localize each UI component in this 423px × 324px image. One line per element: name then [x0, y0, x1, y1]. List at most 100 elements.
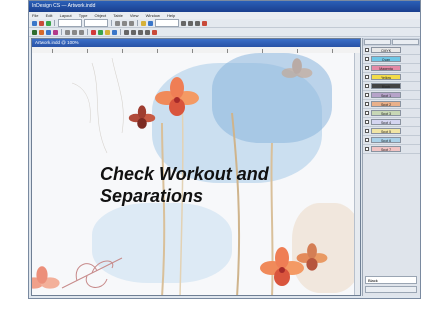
visibility-eye-icon[interactable] — [365, 120, 369, 124]
separation-swatch: Spot 7 — [371, 146, 401, 152]
rotate-icon[interactable] — [115, 20, 120, 26]
toolbar-divider — [137, 20, 138, 26]
shear-icon[interactable] — [122, 20, 127, 26]
tab-separations[interactable] — [364, 39, 391, 45]
menu-layout[interactable]: Layout — [57, 13, 75, 18]
separation-row[interactable]: Spot 2 — [363, 100, 420, 109]
orchid-flower — [32, 266, 60, 289]
package-icon[interactable] — [98, 29, 103, 35]
visibility-eye-icon[interactable] — [365, 147, 369, 151]
tab-flattener[interactable] — [392, 39, 419, 45]
document-title: Artwork.indd @ 100% — [35, 40, 79, 45]
separation-swatch: Spot 2 — [371, 101, 401, 107]
menu-table[interactable]: Table — [110, 13, 126, 18]
separation-row[interactable]: Spot 4 — [363, 118, 420, 127]
separation-swatch: Cyan — [371, 56, 401, 62]
stroke-weight-field[interactable] — [155, 19, 179, 27]
menu-window[interactable]: Window — [143, 13, 163, 18]
overprint-icon[interactable] — [152, 29, 157, 35]
vertical-scrollbar[interactable] — [354, 53, 360, 295]
separation-swatch: Magenta — [371, 65, 401, 71]
pen-tool-icon[interactable] — [46, 20, 51, 26]
separation-swatch: CMYK — [371, 47, 401, 53]
visibility-eye-icon[interactable] — [365, 66, 369, 70]
copy-icon[interactable] — [72, 29, 77, 35]
direct-select-icon[interactable] — [39, 20, 44, 26]
separation-swatch: Spot 6 — [371, 137, 401, 143]
separations-preview-icon[interactable] — [112, 29, 117, 35]
document-titlebar: Artwork.indd @ 100% — [32, 39, 360, 47]
stroke-icon[interactable] — [141, 20, 146, 26]
separation-row[interactable]: Spot 1 — [363, 91, 420, 100]
separation-swatch: Spot 1 — [371, 92, 401, 98]
toolbar-divider — [61, 29, 62, 35]
flip-icon[interactable] — [129, 20, 134, 26]
visibility-eye-icon[interactable] — [365, 57, 369, 61]
sketch-lines — [71, 57, 124, 154]
app-title: InDesign CS — Artwork.indd — [32, 3, 96, 9]
menu-object[interactable]: Object — [92, 13, 110, 18]
menu-view[interactable]: View — [127, 13, 142, 18]
guides-icon[interactable] — [145, 29, 150, 35]
new-doc-icon[interactable] — [32, 29, 37, 35]
y-position-field[interactable] — [84, 19, 108, 27]
align-left-icon[interactable] — [181, 20, 186, 26]
separation-row[interactable]: CMYK — [363, 46, 420, 55]
visibility-eye-icon[interactable] — [365, 84, 369, 88]
orchid-flower — [281, 58, 313, 78]
separation-row[interactable]: Cyan — [363, 55, 420, 64]
menu-help[interactable]: Help — [164, 13, 178, 18]
control-toolbar-top — [29, 19, 420, 28]
separation-swatch: Yellow — [371, 74, 401, 80]
separation-row[interactable]: Yellow — [363, 73, 420, 82]
selection-tool-icon[interactable] — [32, 20, 37, 26]
visibility-eye-icon[interactable] — [365, 93, 369, 97]
application-window: InDesign CS — Artwork.indd File Edit Lay… — [28, 0, 421, 299]
menu-edit[interactable]: Edit — [43, 13, 56, 18]
panel-footer — [365, 286, 417, 293]
align-center-icon[interactable] — [188, 20, 193, 26]
save-icon[interactable] — [46, 29, 51, 35]
separations-preview-panel: CMYK Cyan Magenta Yellow Black Spot 1 Spot 2 Sp… — [362, 38, 420, 296]
zoom-icon[interactable] — [124, 29, 129, 35]
visibility-eye-icon[interactable] — [365, 102, 369, 106]
control-toolbar-bottom — [29, 28, 420, 37]
paste-icon[interactable] — [79, 29, 84, 35]
fill-icon[interactable] — [148, 20, 153, 26]
page-canvas[interactable]: Check Workout and Separations — [32, 53, 360, 295]
view-dropdown[interactable]: Black — [365, 276, 417, 284]
visibility-eye-icon[interactable] — [365, 138, 369, 142]
x-position-field[interactable] — [58, 19, 82, 27]
print-icon[interactable] — [53, 29, 58, 35]
toolbar-divider — [111, 20, 112, 26]
separation-row[interactable]: Spot 6 — [363, 136, 420, 145]
menu-file[interactable]: File — [29, 13, 41, 18]
separation-row[interactable]: Magenta — [363, 64, 420, 73]
separation-row[interactable]: Spot 7 — [363, 145, 420, 154]
open-icon[interactable] — [39, 29, 44, 35]
menu-bar: File Edit Layout Type Object Table View … — [29, 12, 420, 19]
headline-line-2: Separations — [100, 186, 204, 206]
hand-icon[interactable] — [131, 29, 136, 35]
cut-icon[interactable] — [65, 29, 70, 35]
separation-row[interactable]: Spot 3 — [363, 109, 420, 118]
grid-icon[interactable] — [138, 29, 143, 35]
window-titlebar: InDesign CS — Artwork.indd — [29, 1, 420, 12]
separation-swatch: Spot 3 — [371, 110, 401, 116]
separation-row[interactable]: Spot 5 — [363, 127, 420, 136]
preflight-icon[interactable] — [91, 29, 96, 35]
swap-icon[interactable] — [202, 20, 207, 26]
visibility-eye-icon[interactable] — [365, 111, 369, 115]
separation-swatch: Spot 5 — [371, 128, 401, 134]
visibility-eye-icon[interactable] — [365, 129, 369, 133]
headline-text-frame[interactable]: Check Workout and Separations — [100, 163, 269, 207]
visibility-eye-icon[interactable] — [365, 75, 369, 79]
orchid-flower — [260, 247, 304, 286]
visibility-eye-icon[interactable] — [365, 48, 369, 52]
align-right-icon[interactable] — [195, 20, 200, 26]
menu-type[interactable]: Type — [76, 13, 91, 18]
separation-swatch: Spot 4 — [371, 119, 401, 125]
export-icon[interactable] — [105, 29, 110, 35]
separation-row[interactable]: Black — [363, 82, 420, 91]
separation-swatch: Black — [371, 83, 401, 89]
